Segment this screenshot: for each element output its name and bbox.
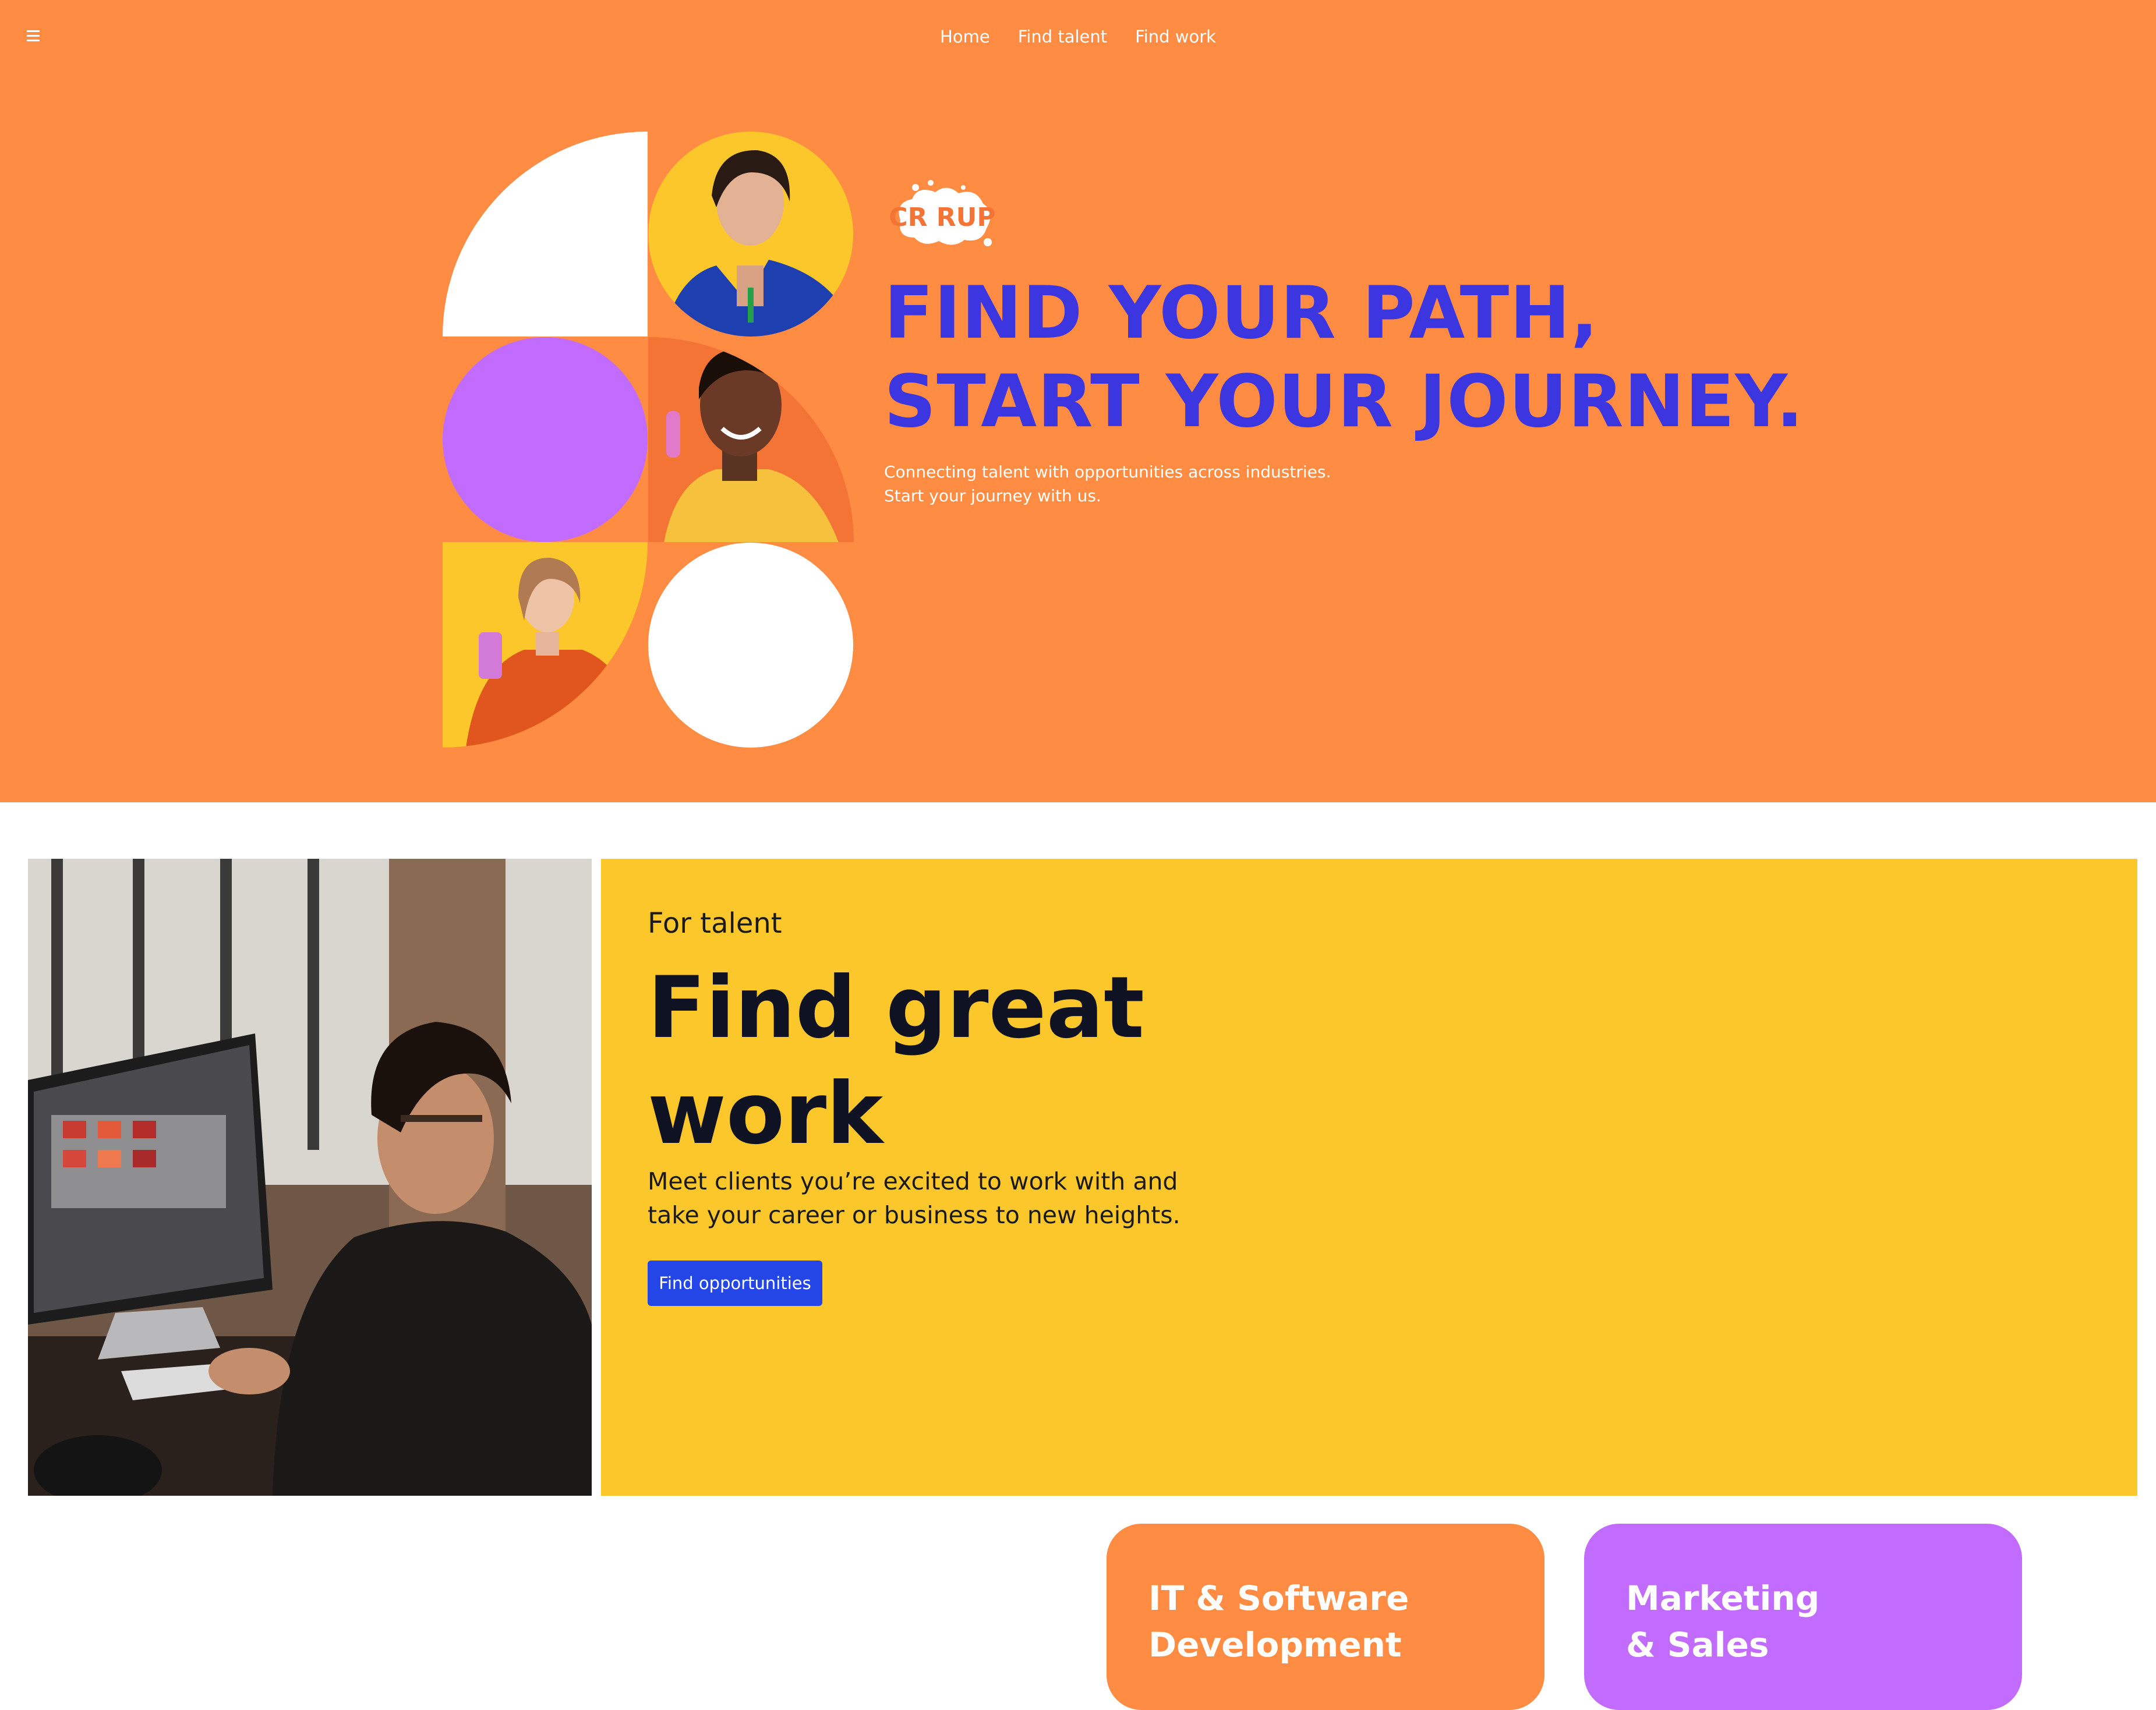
talent-title: Find great work: [648, 958, 1144, 1163]
portrait-woman-yellow-blazer: [648, 337, 854, 542]
portrait-woman-blue-jacket: [648, 132, 853, 337]
crrup-logo: CR RUP: [889, 179, 996, 249]
talent-eyebrow: For talent: [648, 907, 782, 940]
category-card-marketing-sales[interactable]: Marketing & Sales: [1584, 1524, 2022, 1710]
category-title: Marketing & Sales: [1626, 1578, 1820, 1665]
top-nav: Home Find talent Find work: [0, 25, 2156, 48]
purple-circle-shape: [443, 337, 648, 542]
designer-at-desk-photo: [28, 859, 592, 1505]
headline-line-1: FIND YOUR PATH,: [884, 271, 1599, 355]
nav-find-talent[interactable]: Find talent: [1018, 25, 1107, 48]
logo-text: CR RUP: [889, 203, 995, 232]
talent-description: Meet clients you’re excited to work with…: [648, 1167, 1181, 1229]
hero-headline: FIND YOUR PATH, START YOUR JOURNEY.: [884, 269, 1816, 446]
headline-line-2: START YOUR JOURNEY.: [884, 360, 1804, 444]
white-quarter-shape: [443, 132, 648, 337]
category-card-it-software[interactable]: IT & Software Development: [1107, 1524, 1544, 1710]
hero-sub-line-2: Start your journey with us.: [884, 486, 1101, 505]
white-circle-shape: [648, 543, 853, 748]
portrait-woman-orange-sweater: [443, 542, 648, 748]
category-title: IT & Software Development: [1148, 1578, 1409, 1665]
hero-sub-line-1: Connecting talent with opportunities acr…: [884, 462, 1331, 482]
hero-subtitle: Connecting talent with opportunities acr…: [884, 460, 1408, 508]
nav-find-work[interactable]: Find work: [1135, 25, 1216, 48]
hero-mosaic: [443, 132, 854, 748]
find-opportunities-button[interactable]: Find opportunities: [648, 1261, 822, 1306]
nav-home[interactable]: Home: [940, 25, 990, 48]
